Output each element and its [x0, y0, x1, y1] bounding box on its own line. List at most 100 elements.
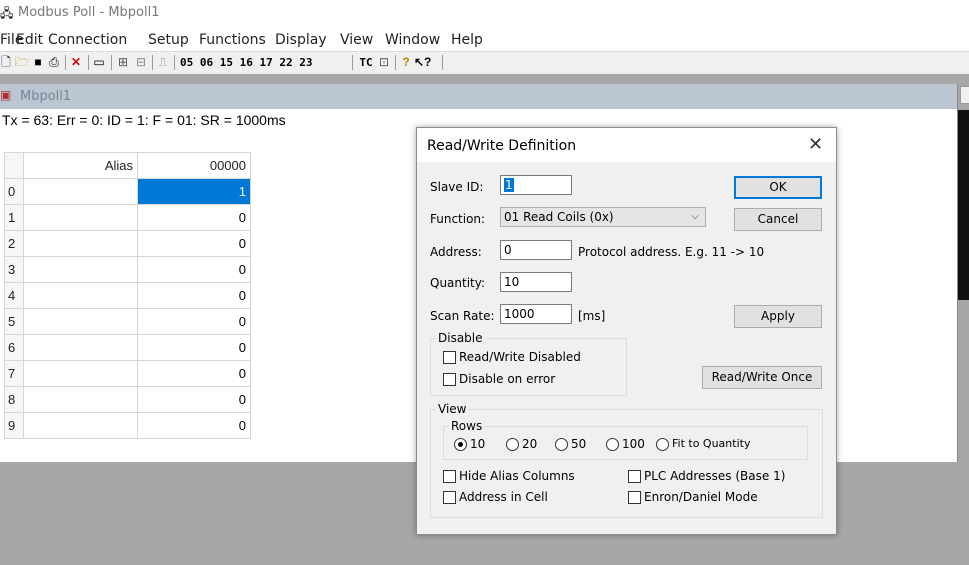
- toolbar-separator: [352, 55, 353, 70]
- cancel-button[interactable]: Cancel: [734, 208, 822, 231]
- row-header[interactable]: 1: [4, 204, 24, 231]
- slave-id-label: Slave ID:: [430, 180, 484, 194]
- function-codes[interactable]: 05 06 15 16 17 22 23: [180, 54, 348, 71]
- menu-help[interactable]: Help: [451, 32, 483, 48]
- help-icon[interactable]: ?: [400, 54, 412, 71]
- app-icon: 🖧: [0, 6, 14, 20]
- save-icon[interactable]: ■: [31, 54, 45, 71]
- function-label: Function:: [430, 212, 486, 226]
- value-cell[interactable]: 0: [137, 282, 251, 309]
- rows-100-radio[interactable]: [606, 438, 619, 451]
- rows-10-radio[interactable]: [454, 438, 467, 451]
- row-header[interactable]: 7: [4, 360, 24, 387]
- row-header[interactable]: 0: [4, 178, 24, 205]
- scan-rate-input[interactable]: 1000: [500, 304, 572, 324]
- row-header[interactable]: 6: [4, 334, 24, 361]
- menu-display[interactable]: Display: [275, 32, 327, 48]
- address-in-cell-checkbox[interactable]: [443, 491, 456, 504]
- value-cell[interactable]: 0: [137, 386, 251, 413]
- rw-disabled-label: Read/Write Disabled: [459, 350, 581, 364]
- monitor-icon[interactable]: ⊡: [377, 54, 391, 71]
- value-cell[interactable]: 0: [137, 204, 251, 231]
- menu-bar: File Edit Connection Setup Functions Dis…: [0, 30, 969, 51]
- table-row: 6 0: [4, 334, 251, 361]
- rows-fit-label: Fit to Quantity: [672, 437, 751, 450]
- column-header-alias[interactable]: Alias: [23, 152, 138, 179]
- apply-button[interactable]: Apply: [734, 305, 822, 328]
- function-selected-value: 01 Read Coils (0x): [504, 210, 614, 224]
- ok-button[interactable]: OK: [734, 176, 822, 199]
- menu-setup[interactable]: Setup: [148, 32, 189, 48]
- alias-cell[interactable]: [23, 230, 138, 257]
- table-row: 4 0: [4, 282, 251, 309]
- rows-20-radio[interactable]: [506, 438, 519, 451]
- menu-functions[interactable]: Functions: [199, 32, 266, 48]
- traffic-button[interactable]: TC: [357, 54, 375, 71]
- child-window-titlebar[interactable]: ▣ Mbpoll1: [0, 84, 957, 109]
- row-header[interactable]: 9: [4, 412, 24, 439]
- row-header[interactable]: 5: [4, 308, 24, 335]
- alias-cell[interactable]: [23, 256, 138, 283]
- alias-cell[interactable]: [23, 334, 138, 361]
- disable-on-error-checkbox[interactable]: [443, 373, 456, 386]
- background-window-tab[interactable]: [960, 86, 969, 104]
- table-row: 9 0: [4, 412, 251, 439]
- row-header[interactable]: 4: [4, 282, 24, 309]
- menu-window[interactable]: Window: [385, 32, 440, 48]
- value-cell[interactable]: 0: [137, 360, 251, 387]
- whats-this-icon[interactable]: ↖?: [414, 54, 431, 71]
- pulse-icon[interactable]: ⎍: [156, 54, 170, 71]
- value-cell[interactable]: 0: [137, 334, 251, 361]
- disconnect-icon[interactable]: ⊟: [133, 54, 149, 71]
- slave-id-input[interactable]: 1: [500, 175, 572, 195]
- alias-cell[interactable]: [23, 282, 138, 309]
- value-cell[interactable]: 0: [137, 412, 251, 439]
- new-icon[interactable]: 🗋: [0, 54, 12, 71]
- row-header[interactable]: 3: [4, 256, 24, 283]
- quantity-label: Quantity:: [430, 276, 486, 290]
- value-cell[interactable]: 0: [137, 230, 251, 257]
- alias-cell[interactable]: [23, 386, 138, 413]
- rows-100-label: 100: [622, 437, 645, 451]
- enron-mode-checkbox[interactable]: [628, 491, 641, 504]
- plc-addresses-checkbox[interactable]: [628, 470, 641, 483]
- quantity-input[interactable]: 10: [500, 272, 572, 292]
- column-header-address[interactable]: 00000: [137, 152, 251, 179]
- disable-on-error-label: Disable on error: [459, 372, 556, 386]
- print-icon[interactable]: ⎙: [46, 54, 62, 71]
- alias-cell[interactable]: [23, 308, 138, 335]
- read-write-definition-dialog: Read/Write Definition ✕ Slave ID: 1 Func…: [416, 127, 837, 535]
- rows-20-label: 20: [522, 437, 538, 451]
- menu-edit[interactable]: Edit: [16, 32, 43, 48]
- connect-icon[interactable]: ⊞: [115, 54, 131, 71]
- rows-50-radio[interactable]: [555, 438, 568, 451]
- alias-cell[interactable]: [23, 204, 138, 231]
- function-select[interactable]: 01 Read Coils (0x) ⌵: [500, 207, 706, 227]
- table-corner[interactable]: [4, 152, 24, 179]
- menu-connection[interactable]: Connection: [48, 32, 127, 48]
- alias-cell[interactable]: [23, 360, 138, 387]
- open-icon[interactable]: 🗁: [14, 54, 30, 71]
- rows-fit-radio[interactable]: [656, 438, 669, 451]
- window-icon[interactable]: ▭: [92, 54, 106, 71]
- value-cell[interactable]: 0: [137, 256, 251, 283]
- address-input[interactable]: 0: [500, 240, 572, 260]
- menu-view[interactable]: View: [340, 32, 373, 48]
- value-cell[interactable]: 0: [137, 308, 251, 335]
- row-header[interactable]: 8: [4, 386, 24, 413]
- row-header[interactable]: 2: [4, 230, 24, 257]
- table-row: 8 0: [4, 386, 251, 413]
- read-write-once-button[interactable]: Read/Write Once: [702, 366, 822, 389]
- close-icon[interactable]: ✕: [808, 135, 823, 153]
- alias-cell[interactable]: [23, 412, 138, 439]
- value-cell[interactable]: 1: [137, 178, 251, 205]
- rows-group-label: Rows: [449, 419, 485, 433]
- delete-icon[interactable]: ✕: [69, 54, 83, 71]
- hide-alias-label: Hide Alias Columns: [459, 469, 575, 483]
- disable-group-label: Disable: [436, 331, 485, 345]
- dialog-titlebar[interactable]: Read/Write Definition ✕: [417, 128, 836, 162]
- hide-alias-checkbox[interactable]: [443, 470, 456, 483]
- rw-disabled-checkbox[interactable]: [443, 351, 456, 364]
- scan-rate-label: Scan Rate:: [430, 309, 495, 323]
- alias-cell[interactable]: [23, 178, 138, 205]
